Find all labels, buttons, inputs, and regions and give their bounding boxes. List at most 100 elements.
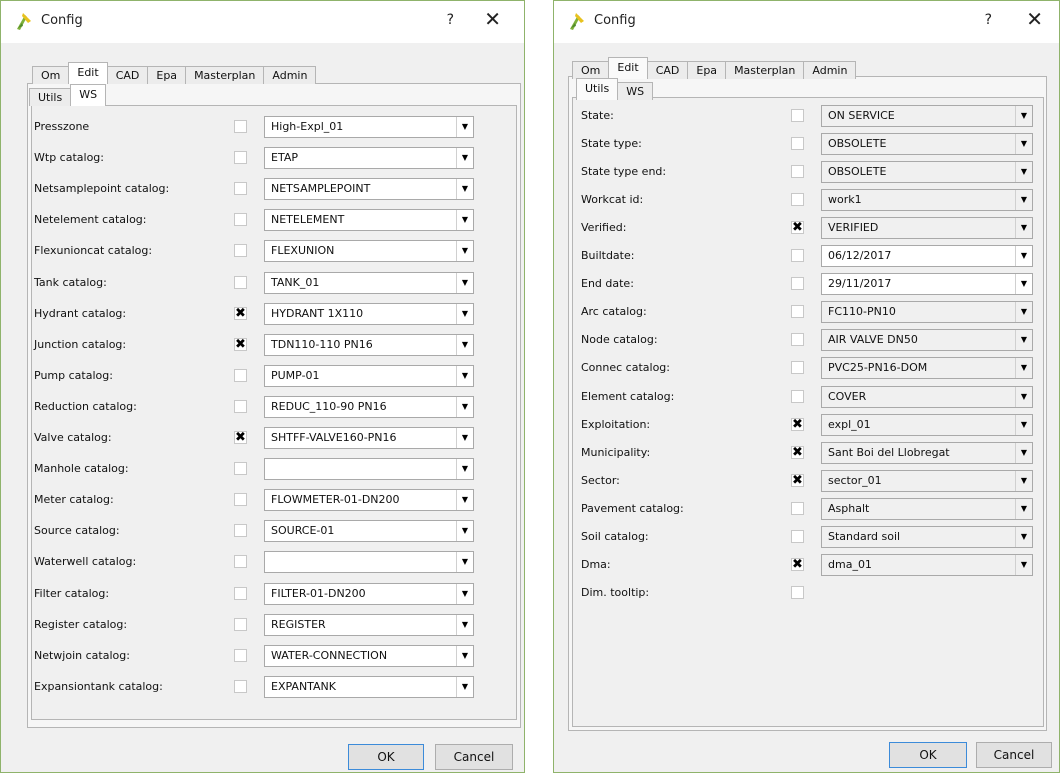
tab-admin[interactable]: Admin [803,61,857,79]
ok-button[interactable]: OK [889,742,967,768]
field-checkbox[interactable]: ✖ [791,445,804,459]
field-checkbox[interactable] [234,182,247,196]
field-checkbox[interactable] [791,585,804,599]
tab-om[interactable]: Om [32,66,70,84]
cancel-button[interactable]: Cancel [435,744,513,770]
dropdown-arrow-icon[interactable]: ▼ [456,241,473,262]
dropdown-arrow-icon[interactable]: ▼ [456,272,473,293]
field-combobox[interactable]: TDN110-110 PN16 ▼ [264,333,474,356]
field-checkbox[interactable] [791,529,804,543]
dropdown-arrow-icon[interactable]: ▼ [1015,106,1032,126]
field-checkbox[interactable] [234,679,247,693]
field-checkbox[interactable] [791,249,804,263]
subtab-ws[interactable]: WS [617,82,654,100]
dropdown-arrow-icon[interactable]: ▼ [1015,526,1032,547]
tab-edit[interactable]: Edit [68,62,108,84]
dropdown-arrow-icon[interactable]: ▼ [1015,358,1032,379]
field-combobox[interactable]: FLEXUNION ▼ [264,240,474,263]
dropdown-arrow-icon[interactable]: ▼ [1015,134,1032,155]
dropdown-arrow-icon[interactable]: ▼ [456,179,473,200]
field-checkbox[interactable] [234,275,247,289]
dropdown-arrow-icon[interactable]: ▼ [456,552,473,573]
field-combobox[interactable]: Standard soil ▼ [821,525,1033,548]
dropdown-arrow-icon[interactable]: ▼ [456,645,473,666]
dropdown-arrow-icon[interactable]: ▼ [1015,162,1032,183]
dropdown-arrow-icon[interactable]: ▼ [456,334,473,355]
field-combobox[interactable]: SOURCE-01 ▼ [264,520,474,543]
field-combobox[interactable]: ON SERVICE ▼ [821,105,1033,127]
field-combobox[interactable]: COVER ▼ [821,385,1033,408]
dropdown-arrow-icon[interactable]: ▼ [456,303,473,324]
tab-masterplan[interactable]: Masterplan [725,61,805,79]
field-combobox[interactable]: Sant Boi del Llobregat ▼ [821,441,1033,464]
tab-cad[interactable]: CAD [106,66,149,84]
field-checkbox[interactable] [791,389,804,403]
field-checkbox[interactable] [234,617,247,631]
field-checkbox[interactable] [791,501,804,515]
dropdown-arrow-icon[interactable]: ▼ [456,490,473,511]
field-combobox[interactable]: ▼ [264,458,474,481]
dropdown-arrow-icon[interactable]: ▼ [456,676,473,697]
close-icon[interactable]: ✕ [1026,9,1043,29]
dropdown-arrow-icon[interactable]: ▼ [1015,442,1032,463]
field-combobox[interactable]: High-Expl_01 ▼ [264,116,474,138]
field-combobox[interactable]: AIR VALVE DN50 ▼ [821,329,1033,352]
cancel-button[interactable]: Cancel [976,742,1052,768]
field-combobox[interactable]: REDUC_110-90 PN16 ▼ [264,395,474,418]
field-combobox[interactable]: FILTER-01-DN200 ▼ [264,582,474,605]
field-combobox[interactable]: expl_01 ▼ [821,413,1033,436]
field-checkbox[interactable] [234,244,247,258]
dropdown-arrow-icon[interactable]: ▼ [1015,498,1032,519]
dropdown-arrow-icon[interactable]: ▼ [1015,330,1032,351]
field-combobox[interactable]: PUMP-01 ▼ [264,364,474,387]
field-combobox[interactable]: WATER-CONNECTION ▼ [264,644,474,667]
field-combobox[interactable]: 06/12/2017 ▼ [821,245,1033,268]
field-combobox[interactable]: HYDRANT 1X110 ▼ [264,302,474,325]
field-combobox[interactable]: REGISTER ▼ [264,613,474,636]
field-checkbox[interactable] [791,137,804,151]
tab-cad[interactable]: CAD [646,61,689,79]
field-combobox[interactable]: ETAP ▼ [264,147,474,170]
dropdown-arrow-icon[interactable]: ▼ [456,428,473,448]
dropdown-arrow-icon[interactable]: ▼ [456,117,473,137]
field-checkbox[interactable] [234,368,247,382]
dropdown-arrow-icon[interactable]: ▼ [1015,246,1032,267]
dropdown-arrow-icon[interactable]: ▼ [1015,386,1032,407]
field-checkbox[interactable] [791,305,804,319]
dropdown-arrow-icon[interactable]: ▼ [456,148,473,169]
field-checkbox[interactable] [234,648,247,662]
field-checkbox[interactable] [791,277,804,291]
dropdown-arrow-icon[interactable]: ▼ [456,210,473,231]
dropdown-arrow-icon[interactable]: ▼ [456,365,473,386]
field-checkbox[interactable]: ✖ [791,473,804,487]
field-combobox[interactable]: work1 ▼ [821,189,1033,212]
subtab-utils[interactable]: Utils [29,88,72,106]
field-combobox[interactable]: sector_01 ▼ [821,469,1033,492]
field-checkbox[interactable] [234,462,247,476]
field-combobox[interactable]: NETSAMPLEPOINT ▼ [264,178,474,201]
dropdown-arrow-icon[interactable]: ▼ [1015,302,1032,323]
field-combobox[interactable]: 29/11/2017 ▼ [821,273,1033,296]
field-checkbox[interactable] [791,109,804,122]
field-checkbox[interactable] [234,524,247,538]
field-combobox[interactable]: VERIFIED ▼ [821,217,1033,240]
field-combobox[interactable]: NETELEMENT ▼ [264,209,474,232]
tab-edit[interactable]: Edit [608,57,648,79]
field-checkbox[interactable] [234,213,247,227]
field-checkbox[interactable]: ✖ [234,431,247,444]
subtab-utils[interactable]: Utils [576,78,619,100]
field-combobox[interactable]: SHTFF-VALVE160-PN16 ▼ [264,427,474,449]
field-checkbox[interactable]: ✖ [791,221,804,235]
field-checkbox[interactable] [791,165,804,179]
dropdown-arrow-icon[interactable]: ▼ [456,614,473,635]
field-checkbox[interactable]: ✖ [791,557,804,571]
field-combobox[interactable]: FLOWMETER-01-DN200 ▼ [264,489,474,512]
dropdown-arrow-icon[interactable]: ▼ [456,396,473,417]
dropdown-arrow-icon[interactable]: ▼ [1015,218,1032,239]
tab-epa[interactable]: Epa [687,61,727,79]
field-checkbox[interactable] [234,120,247,133]
field-checkbox[interactable] [234,493,247,507]
dropdown-arrow-icon[interactable]: ▼ [1015,414,1032,435]
dropdown-arrow-icon[interactable]: ▼ [456,521,473,542]
field-combobox[interactable]: OBSOLETE ▼ [821,161,1033,184]
